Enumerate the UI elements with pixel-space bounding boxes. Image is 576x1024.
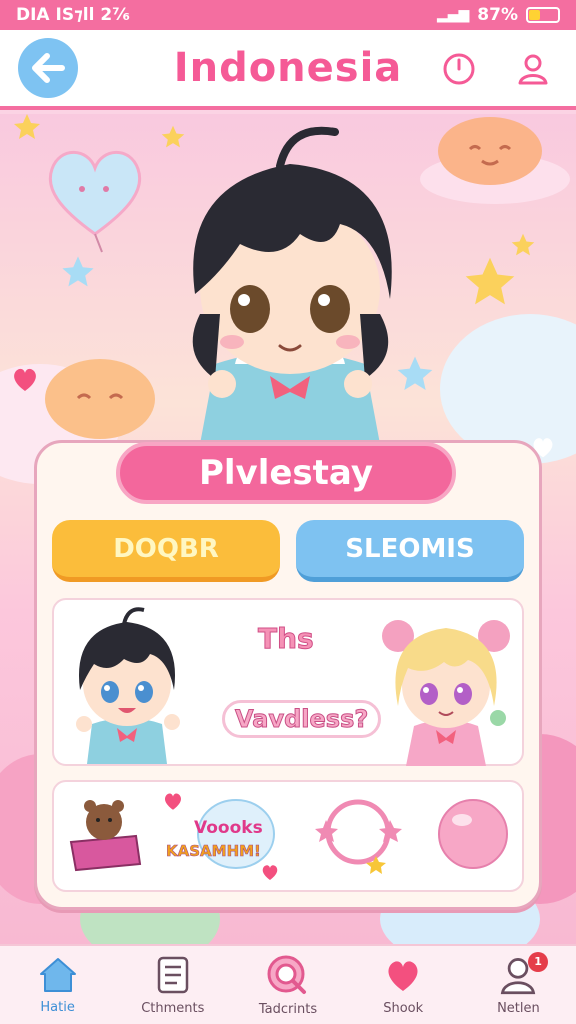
option-button-yellow[interactable]: DOQBR (52, 520, 280, 582)
nav-label-profile: Netlen (497, 1000, 540, 1016)
smiling-cloud-icon (438, 117, 542, 185)
bear-box-item[interactable] (66, 792, 146, 872)
status-bar: DIA IS⁊ll 2⁷⁄₆ ▂▄▆ 87% (0, 0, 576, 30)
star-icon (14, 114, 40, 139)
notification-badge: 1 (528, 952, 549, 972)
clock-icon (443, 53, 475, 85)
battery-percent: 87% (477, 5, 518, 25)
nav-label-home: Hatie (40, 999, 75, 1015)
heart-icon (388, 960, 418, 991)
back-button[interactable] (18, 38, 78, 98)
user-icon (518, 54, 548, 85)
page-title: Indonesia (173, 45, 403, 91)
bottom-navigation: Hatie Cthments Tadcrints Shook Netlen 1 (0, 944, 576, 1024)
star-icon (62, 256, 94, 287)
document-icon (157, 956, 189, 993)
nav-item-profile[interactable]: Netlen 1 (461, 946, 576, 1024)
sticker-text-top: Voooks (194, 818, 263, 838)
star-icon (465, 257, 515, 305)
girl-character[interactable] (376, 606, 516, 766)
boy-character[interactable] (62, 604, 192, 764)
timer-button[interactable] (438, 48, 480, 90)
app-header: Indonesia (0, 30, 576, 110)
heart-icon (14, 368, 36, 391)
signal-icon: ▂▄▆ (436, 7, 470, 23)
star-icon (511, 233, 535, 256)
heart-icon (165, 793, 181, 810)
bracelet-item[interactable] (314, 790, 404, 876)
sticker-text-bottom: KASAMHM! (166, 842, 262, 861)
main-character (192, 126, 392, 444)
heart-icon (262, 865, 278, 880)
panel-title: Plvlestay (116, 442, 456, 504)
dialogue-line-1: Ths (258, 622, 315, 656)
nav-label-search: Tadcrints (258, 1001, 318, 1017)
nav-item-home[interactable]: Hatie (0, 946, 115, 1024)
nav-item-search[interactable]: Tadcrints (230, 946, 345, 1024)
profile-button[interactable] (512, 48, 554, 90)
nav-item-comments[interactable]: Cthments (115, 946, 230, 1024)
dialogue-line-2: Vavdless? (222, 700, 382, 738)
home-icon (39, 957, 76, 992)
heart-balloon-icon (48, 151, 142, 253)
status-left-text: DIA IS⁊ll 2⁷⁄₆ (16, 5, 130, 25)
pink-ball-item[interactable] (436, 794, 510, 874)
magnifier-icon (267, 955, 306, 994)
nav-item-shop[interactable]: Shook (346, 946, 461, 1024)
arrow-left-icon (32, 53, 65, 83)
nav-label-comments: Cthments (141, 1000, 205, 1016)
nav-label-shop: Shook (383, 1000, 424, 1016)
option-button-blue[interactable]: SLEOMIS (296, 520, 524, 582)
battery-icon (526, 7, 560, 23)
